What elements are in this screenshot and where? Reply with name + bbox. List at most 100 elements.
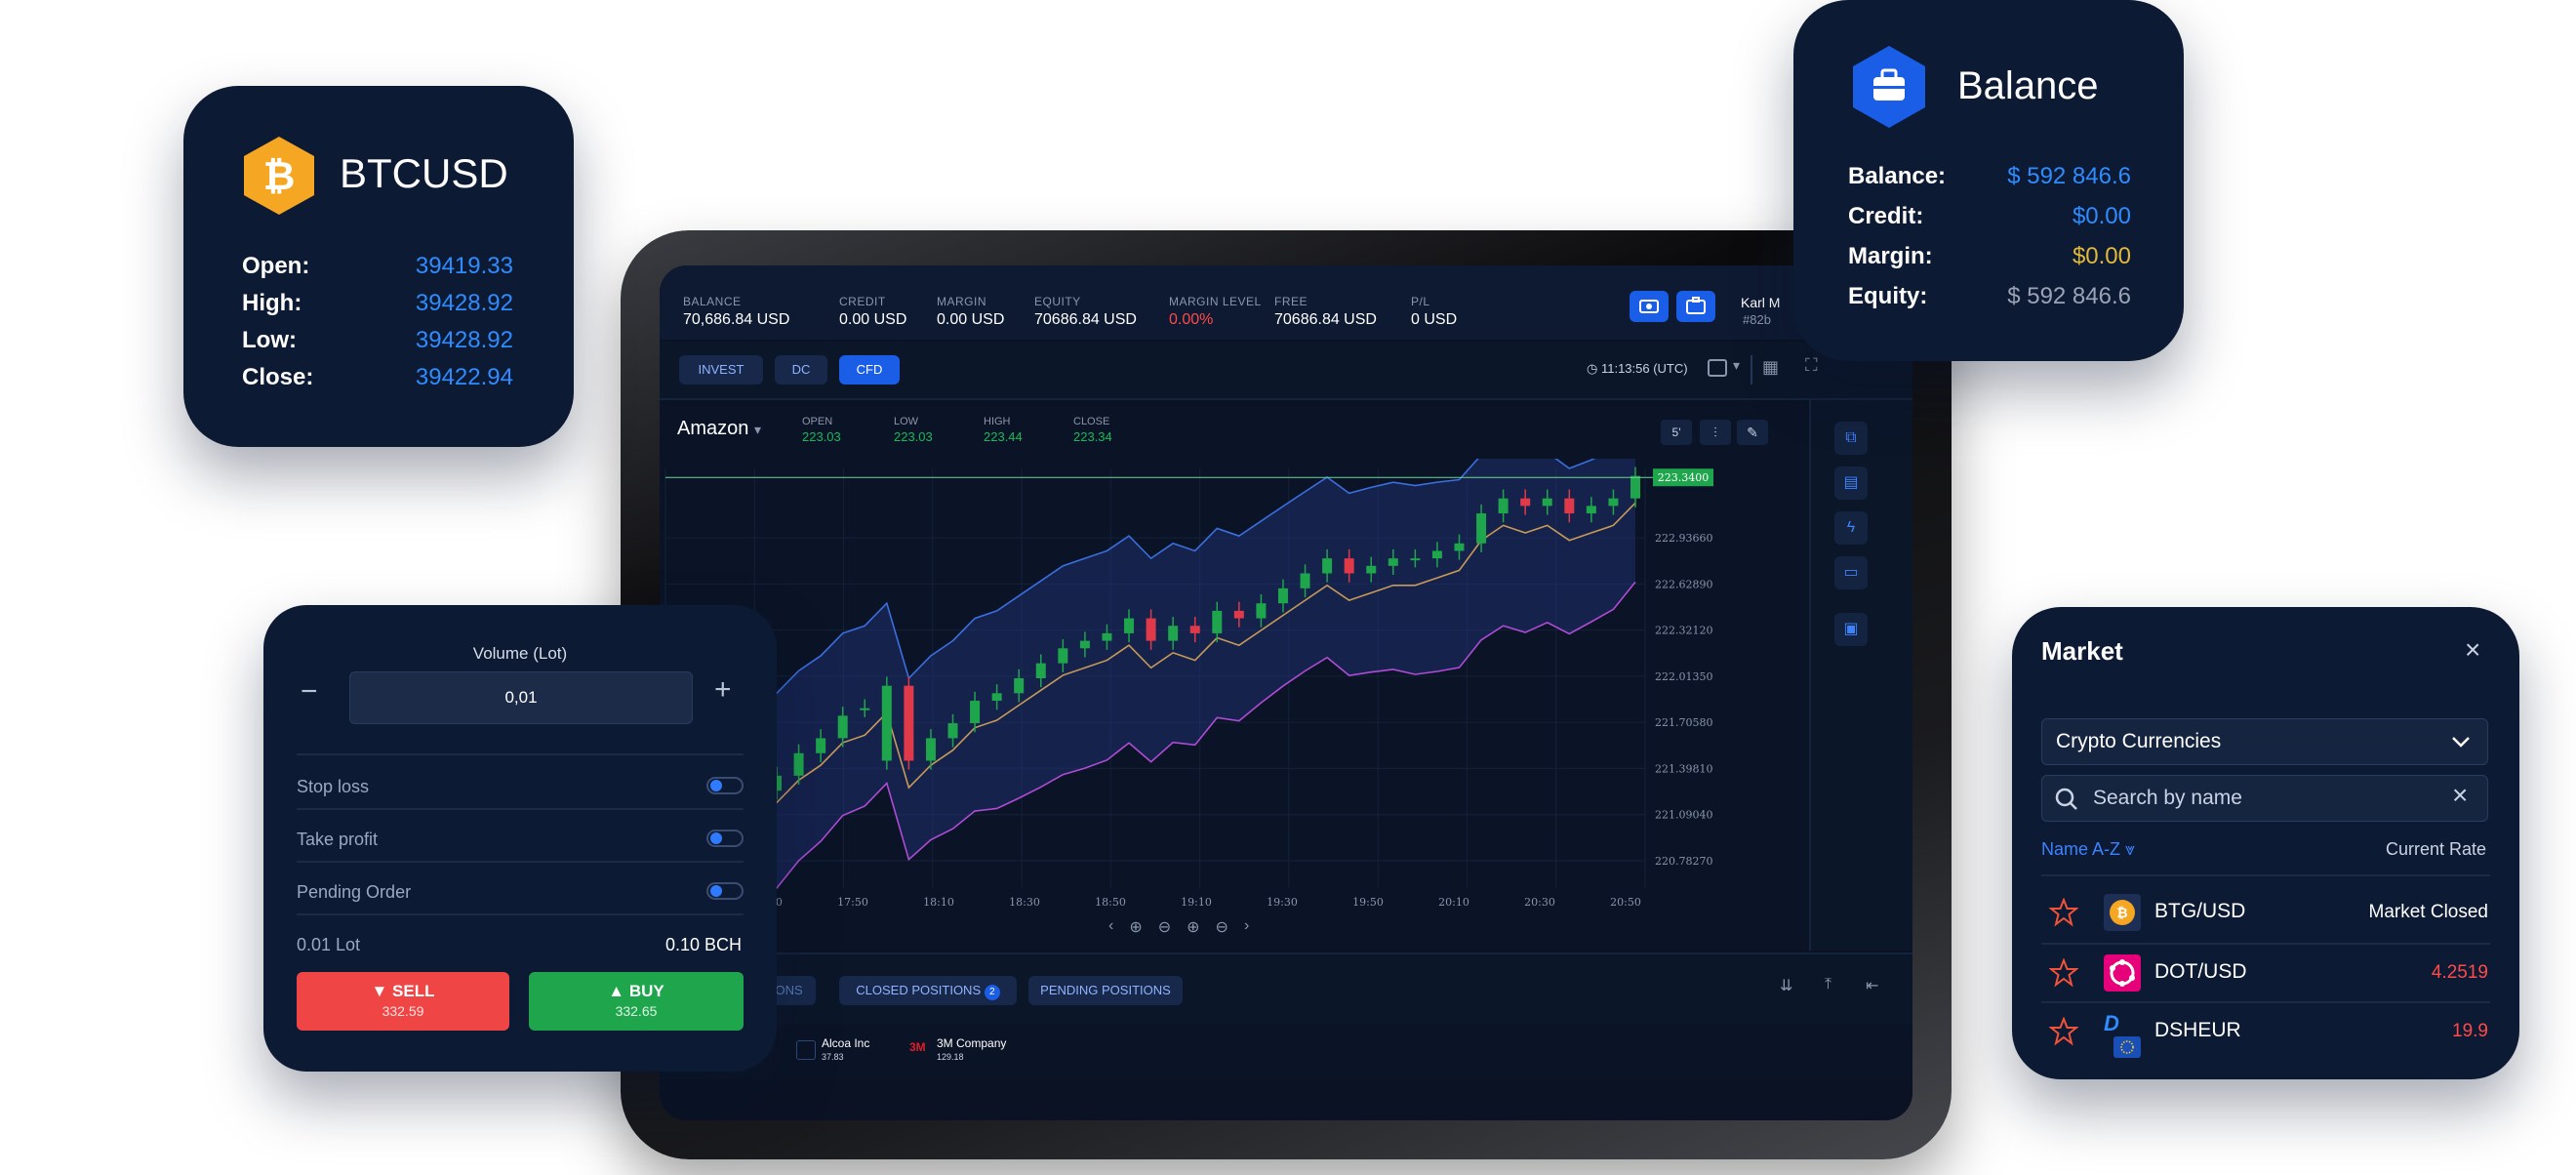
zoom-in-icon[interactable]: ⊕ <box>1129 917 1142 937</box>
price-chart[interactable]: 222.93660 222.62890 222.32120 222.01350 221.… <box>660 459 1807 908</box>
close-icon[interactable]: × <box>2465 634 2480 666</box>
fullscreen-icon[interactable]: ⛶ <box>1805 355 1818 376</box>
star-icon[interactable] <box>2049 1017 2078 1046</box>
collapse-left-icon[interactable]: ⇤ <box>1866 976 1878 995</box>
stat-value: 0.00 USD <box>839 311 907 328</box>
open-value: 39419.33 <box>415 253 513 279</box>
user-name[interactable]: Karl M <box>1741 295 1780 310</box>
tab-closed-positions[interactable]: CLOSED POSITIONS 2 <box>839 976 1017 1005</box>
link-icon[interactable]: ⧉ <box>1834 422 1868 455</box>
equity-label: Equity: <box>1848 283 1928 309</box>
candle-body <box>1366 565 1377 574</box>
y-tick-label: 221.09040 <box>1655 809 1713 822</box>
zoom-out-icon[interactable]: ⊖ <box>1158 917 1171 937</box>
divider <box>297 753 744 755</box>
candle-body <box>1189 626 1200 633</box>
star-icon[interactable] <box>2049 958 2078 988</box>
clear-icon[interactable]: × <box>2452 780 2468 811</box>
clock-icon: ◷ <box>1587 361 1598 376</box>
deposit-button[interactable] <box>1630 291 1669 322</box>
chat-icon[interactable]: ▭ <box>1834 556 1868 589</box>
trading-platform-screen: BALANCE 70,686.84 USD CREDIT 0.00 USD MARG… <box>660 265 1912 1120</box>
sort-control[interactable]: Name A-Z ⩔ <box>2041 839 2135 860</box>
collapse-icon[interactable]: ⇊ <box>1780 976 1792 995</box>
x-tick-label: 20:10 <box>1438 896 1469 908</box>
upload-icon[interactable]: ⤒ <box>1825 976 1831 993</box>
candle-body <box>837 715 848 739</box>
divider <box>2041 874 2490 876</box>
ohlc-values: 39419.33 39428.92 39428.92 39422.94 <box>369 248 513 396</box>
card-symbol: BTCUSD <box>340 150 508 196</box>
search-field[interactable]: Search by name × <box>2041 775 2488 822</box>
stat-balance: BALANCE 70,686.84 USD <box>683 295 789 329</box>
instrument-selector[interactable]: Amazon ▾ <box>677 418 761 440</box>
stat-label: CREDIT <box>839 295 886 308</box>
timeframe-button[interactable]: 5' <box>1661 420 1692 445</box>
candle-type-icon[interactable]: ⫶ <box>1700 420 1731 445</box>
clock: ◷ 11:13:56 (UTC) <box>1587 361 1688 377</box>
chart-settings-icon[interactable]: ▦ <box>1762 357 1779 378</box>
calendar-icon[interactable]: ▣ <box>1834 613 1868 646</box>
ohlc-label: CLOSE <box>1073 416 1110 427</box>
ticker-name[interactable]: 3M Company <box>937 1036 1006 1050</box>
draw-tool-icon[interactable]: ✎ <box>1737 420 1768 445</box>
minus-icon[interactable]: − <box>301 675 318 709</box>
pending-order-toggle[interactable] <box>706 882 744 900</box>
report-icon[interactable]: ▤ <box>1834 466 1868 500</box>
candle-body <box>1498 498 1509 514</box>
stop-loss-toggle[interactable] <box>706 777 744 794</box>
star-icon[interactable] <box>2049 898 2078 927</box>
sort-chevron-icon: ⩔ <box>2125 839 2136 859</box>
dash-coin-icon: D <box>2104 1011 2119 1035</box>
candle-body <box>1564 498 1575 514</box>
stat-credit: CREDIT 0.00 USD <box>839 295 906 329</box>
tab-pending-positions[interactable]: PENDING POSITIONS <box>1028 976 1183 1005</box>
ohlc-close: CLOSE 223.34 <box>1073 416 1112 444</box>
ticker-name[interactable]: Alcoa Inc <box>822 1036 869 1050</box>
chevron-left-icon[interactable]: ‹ <box>1108 917 1113 937</box>
take-profit-toggle[interactable] <box>706 830 744 847</box>
sell-label-row: ▼ SELL <box>297 982 509 1001</box>
chevron-down-icon[interactable]: ▾ <box>1733 357 1740 374</box>
btg-coin-icon: ₿ <box>2104 894 2141 931</box>
zoom-out-icon[interactable]: ⊖ <box>1216 917 1228 937</box>
buy-button[interactable]: ▲ BUY 332.65 <box>529 972 744 1031</box>
candle-body <box>1630 475 1640 499</box>
chevron-right-icon[interactable]: › <box>1244 917 1249 937</box>
ohlc-value: 223.44 <box>984 429 1023 444</box>
tab-cfd[interactable]: CFD <box>839 355 900 385</box>
market-row[interactable]: ₿ BTG/USD Market Closed <box>2041 888 2490 937</box>
ohlc-label: HIGH <box>984 416 1011 427</box>
chart-panel: Amazon ▾ OPEN 223.03 LOW 223.03 HIGH 223.44… <box>660 400 1807 951</box>
candle-body <box>1476 513 1487 544</box>
wallet-button[interactable] <box>1676 291 1715 322</box>
order-card: Volume (Lot) − 0,01 + Stop loss Take pro… <box>263 605 777 1072</box>
stat-value: 70686.84 USD <box>1034 311 1137 328</box>
briefcase-icon <box>1853 46 1925 128</box>
margin-value: $0.00 <box>2072 243 2131 269</box>
market-row[interactable]: D DSHEUR 19.9 <box>2041 1007 2490 1066</box>
stop-loss-label: Stop loss <box>297 777 370 796</box>
sell-button[interactable]: ▼ SELL 332.59 <box>297 972 509 1031</box>
sell-label: SELL <box>392 982 435 1000</box>
tab-invest[interactable]: INVEST <box>679 355 763 385</box>
wallet-icon <box>1686 297 1706 314</box>
tab-dc[interactable]: DC <box>775 355 827 385</box>
3m-logo: 3M <box>909 1040 926 1054</box>
candle-body <box>1212 610 1223 633</box>
layout-icon[interactable] <box>1708 359 1727 377</box>
y-tick-label: 221.39810 <box>1655 762 1713 775</box>
x-tick-label: 17:50 <box>837 896 868 908</box>
ohlc-label: OPEN <box>802 416 833 427</box>
category-select[interactable]: Crypto Currencies <box>2041 718 2488 765</box>
plus-icon[interactable]: + <box>714 673 732 707</box>
candle-body <box>1102 632 1112 641</box>
count-badge: 2 <box>984 985 1000 1000</box>
market-row[interactable]: DOT/USD 4.2519 <box>2041 949 2490 997</box>
stat-label: FREE <box>1274 295 1308 308</box>
stat-value: 70,686.84 USD <box>683 311 790 328</box>
lightning-icon[interactable]: ϟ <box>1834 511 1868 545</box>
volume-input[interactable]: 0,01 <box>349 671 693 724</box>
zoom-in-icon[interactable]: ⊕ <box>1187 917 1199 937</box>
sell-price: 332.59 <box>382 1003 424 1019</box>
